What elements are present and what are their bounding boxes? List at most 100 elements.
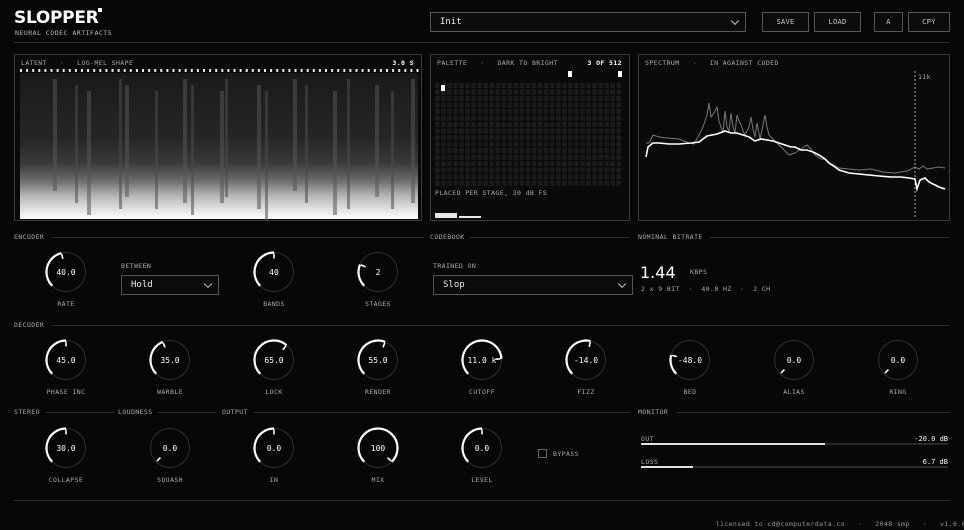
ring-knob[interactable]: 0.0: [876, 338, 920, 382]
preset-select[interactable]: Init: [430, 12, 746, 32]
cutoff-value: 11.0 k: [467, 355, 497, 365]
trained-on-select[interactable]: Slop: [433, 275, 633, 295]
version-text: v1.6.0: [940, 520, 964, 528]
codebook-divider: [470, 237, 630, 238]
header-divider: [14, 42, 950, 43]
output-heading: OUTPUT: [222, 408, 248, 416]
bed-knob[interactable]: -48.0: [668, 338, 712, 382]
level-label: LEVEL: [471, 476, 493, 484]
loss-meter-fill: [641, 466, 694, 468]
squash-label: SQUASH: [157, 476, 183, 484]
in-value: 0.0: [266, 443, 282, 453]
fizz-value: -14.0: [573, 355, 599, 365]
stages-label: STAGES: [365, 300, 391, 308]
footer-info: licensed to cd@computerdata.co · 2048 sm…: [715, 520, 964, 528]
spectrum-panel: SPECTRUM · IN AGAINST CODED 11k: [638, 54, 950, 221]
collapse-label: COLLAPSE: [48, 476, 84, 484]
load-button[interactable]: LOAD: [814, 12, 861, 32]
palette-title: PALETTE · DARK TO BRIGHT: [437, 59, 558, 67]
render-knob[interactable]: 55.0: [356, 338, 400, 382]
bands-knob[interactable]: 40: [252, 250, 296, 294]
codebook-heading: CODEBOOK: [430, 233, 465, 241]
bitrate-details: 2 x 9 BIT · 40.0 HZ · 2 CH: [641, 285, 771, 293]
palette-footer: PLACED PER STAGE, 30 dB FS: [435, 189, 548, 197]
bitrate-value: 1.44: [640, 263, 676, 282]
cutoff-knob[interactable]: 11.0 k: [460, 338, 504, 382]
logo-dot-icon: [98, 8, 102, 12]
preset-value: Init: [440, 17, 462, 27]
out-meter-fill: [641, 443, 826, 445]
rate-knob[interactable]: 40.0: [44, 250, 88, 294]
warble-knob[interactable]: 35.0: [148, 338, 192, 382]
mix-knob[interactable]: 100: [356, 426, 400, 470]
out-meter-value: -20.0 dB: [914, 435, 948, 443]
palette-panel: PALETTE · DARK TO BRIGHT 3 OF 512 PLACED…: [430, 54, 630, 221]
fizz-knob[interactable]: -14.0: [564, 338, 608, 382]
mix-value: 100: [370, 443, 386, 453]
collapse-knob[interactable]: 30.0: [44, 426, 88, 470]
in-label: IN: [269, 476, 279, 484]
loss-meter-track: [641, 466, 948, 468]
level-value: 0.0: [474, 443, 490, 453]
level-knob[interactable]: 0.0: [460, 426, 504, 470]
ring-value: 0.0: [890, 355, 906, 365]
palette-swatch-dim: [459, 216, 481, 218]
encoder-heading: ENCODER: [14, 233, 49, 241]
alias-knob[interactable]: 0.0: [772, 338, 816, 382]
squash-knob[interactable]: 0.0: [148, 426, 192, 470]
palette-swatch-bright: [435, 213, 457, 218]
rate-value: 40.0: [56, 267, 76, 277]
render-value: 55.0: [368, 355, 388, 365]
stages-value: 2: [375, 267, 381, 277]
bed-value: -48.0: [677, 355, 703, 365]
latent-title: LATENT · LOG-MEL SHAPE: [21, 59, 134, 67]
between-select[interactable]: Hold: [121, 275, 219, 295]
loss-meter-value: 6.7 dB: [922, 458, 948, 466]
phase-inc-value: 45.0: [56, 355, 76, 365]
bed-label: BED: [683, 388, 697, 396]
bitrate-unit: KBPS: [690, 268, 708, 276]
latent-spectrogram[interactable]: [15, 69, 421, 221]
out-meter-label: OUT: [641, 435, 654, 443]
bypass-checkbox[interactable]: [538, 449, 547, 458]
lock-knob[interactable]: 65.0: [252, 338, 296, 382]
rate-label: RATE: [57, 300, 75, 308]
bands-value: 40: [269, 267, 279, 277]
alias-value: 0.0: [786, 355, 802, 365]
save-button[interactable]: SAVE: [762, 12, 809, 32]
monitor-divider: [676, 412, 950, 413]
copy-button[interactable]: CPY: [908, 12, 950, 32]
bands-label: BANDS: [263, 300, 285, 308]
between-label: BETWEEN: [121, 262, 152, 270]
loudness-divider: [158, 412, 216, 413]
trained-on-value: Slop: [443, 280, 465, 290]
decoder-divider: [52, 325, 950, 326]
chevron-down-icon: [203, 279, 213, 289]
latent-duration: 3.0 S: [392, 59, 414, 67]
out-meter-track: [641, 443, 948, 445]
between-value: Hold: [131, 280, 153, 290]
ab-toggle-button[interactable]: A: [874, 12, 903, 32]
chevron-down-icon: [730, 16, 740, 26]
spectrum-plot[interactable]: [639, 55, 949, 220]
lock-label: LOCK: [265, 388, 283, 396]
stages-knob[interactable]: 2: [356, 250, 400, 294]
palette-grid[interactable]: [431, 69, 629, 221]
latent-panel: LATENT · LOG-MEL SHAPE 3.0 S: [14, 54, 422, 221]
ring-label: RING: [889, 388, 907, 396]
phase-inc-knob[interactable]: 45.0: [44, 338, 88, 382]
in-knob[interactable]: 0.0: [252, 426, 296, 470]
alias-label: ALIAS: [783, 388, 805, 396]
bitrate-divider: [710, 237, 950, 238]
app-subtitle: NEURAL CODEC ARTIFACTS: [15, 29, 113, 37]
app-title: SLOPPER: [14, 8, 99, 28]
collapse-value: 30.0: [56, 443, 76, 453]
footer-divider: [14, 500, 950, 501]
squash-value: 0.0: [162, 443, 178, 453]
lock-value: 65.0: [264, 355, 284, 365]
bitrate-heading: NOMINAL BITRATE: [638, 233, 703, 241]
stereo-divider: [46, 412, 114, 413]
palette-count: 3 OF 512: [587, 59, 622, 67]
decoder-heading: DECODER: [14, 321, 45, 329]
trained-on-label: TRAINED ON: [433, 262, 477, 270]
